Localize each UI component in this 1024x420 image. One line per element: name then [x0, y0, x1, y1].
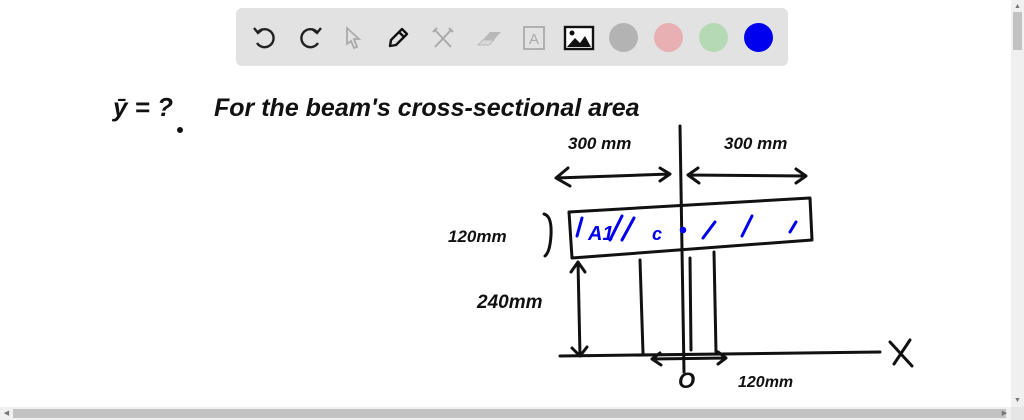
color-swatch-green[interactable]	[699, 23, 728, 52]
horizontal-scroll-thumb[interactable]	[13, 409, 1006, 418]
left-dimension-arrow	[554, 166, 672, 188]
scrollbar-corner	[1011, 407, 1024, 420]
redo-button[interactable]	[294, 22, 326, 54]
redo-icon	[300, 27, 322, 49]
flange-dimension: 120mm	[448, 227, 507, 246]
text-tool-button[interactable]: A	[518, 22, 550, 54]
eraser-icon	[476, 32, 501, 46]
centroid-label: c	[652, 224, 662, 244]
color-swatch-gray[interactable]	[609, 23, 638, 52]
select-icon	[346, 25, 362, 50]
drawing-toolbar: A	[236, 8, 788, 66]
web-width-dimension: 120mm	[738, 374, 793, 391]
web-left-line	[638, 258, 645, 355]
horizontal-scrollbar[interactable]: ◀ ▶	[0, 407, 1011, 420]
pen-icon	[388, 27, 409, 48]
problem-statement: For the beam's cross-sectional area	[214, 94, 640, 122]
ybar-question: ȳ = ?	[111, 92, 173, 122]
svg-text:A: A	[529, 31, 539, 48]
undo-icon	[253, 27, 275, 49]
image-icon	[563, 25, 595, 51]
eraser-tool-button[interactable]	[473, 22, 505, 54]
scroll-right-arrow-icon[interactable]: ▶	[998, 407, 1011, 420]
origin-label: O	[678, 368, 695, 393]
pen-tool-button[interactable]	[382, 22, 414, 54]
right-dimension-arrow	[686, 166, 808, 185]
web-height-arrow	[569, 260, 589, 358]
undo-button[interactable]	[249, 22, 281, 54]
area-label: A1	[587, 223, 614, 245]
color-swatch-blue[interactable]	[744, 23, 773, 52]
flange-height-bracket	[542, 212, 553, 258]
select-tool-button[interactable]	[337, 22, 369, 54]
right-top-dimension: 300 mm	[724, 134, 787, 153]
vertical-scrollbar[interactable]: ▲ ▼	[1011, 0, 1024, 407]
scroll-left-arrow-icon[interactable]: ◀	[0, 407, 13, 420]
image-tool-button[interactable]	[563, 22, 595, 54]
x-axis-marker	[888, 338, 914, 368]
web-center-line	[688, 256, 693, 352]
web-height-dimension: 240mm	[476, 292, 543, 313]
scroll-down-arrow-icon[interactable]: ▼	[1011, 394, 1024, 407]
text-icon: A	[523, 26, 545, 50]
color-swatch-pink[interactable]	[654, 23, 683, 52]
left-top-dimension: 300 mm	[568, 134, 631, 153]
web-right-line	[712, 250, 718, 354]
tools-button[interactable]	[427, 22, 459, 54]
vertical-scroll-thumb[interactable]	[1013, 12, 1022, 50]
tools-icon	[432, 27, 454, 48]
